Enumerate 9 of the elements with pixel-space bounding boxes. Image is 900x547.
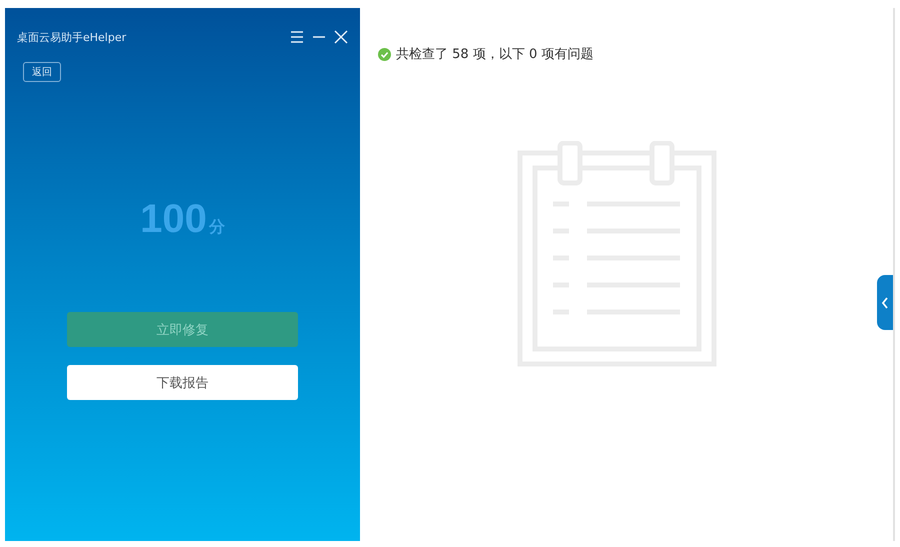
side-collapse-tab[interactable]: [877, 275, 893, 330]
check-result-text: 共检查了 58 项，以下 0 项有问题: [396, 46, 594, 63]
back-button[interactable]: 返回: [23, 62, 61, 82]
chevron-left-icon: [881, 296, 889, 308]
score-text: 100分: [139, 197, 226, 242]
window-title: 桌面云易助手eHelper: [17, 30, 128, 44]
close-icon[interactable]: [334, 30, 348, 44]
menu-icon[interactable]: [290, 30, 304, 44]
download-report-button[interactable]: 下载报告: [67, 365, 298, 400]
